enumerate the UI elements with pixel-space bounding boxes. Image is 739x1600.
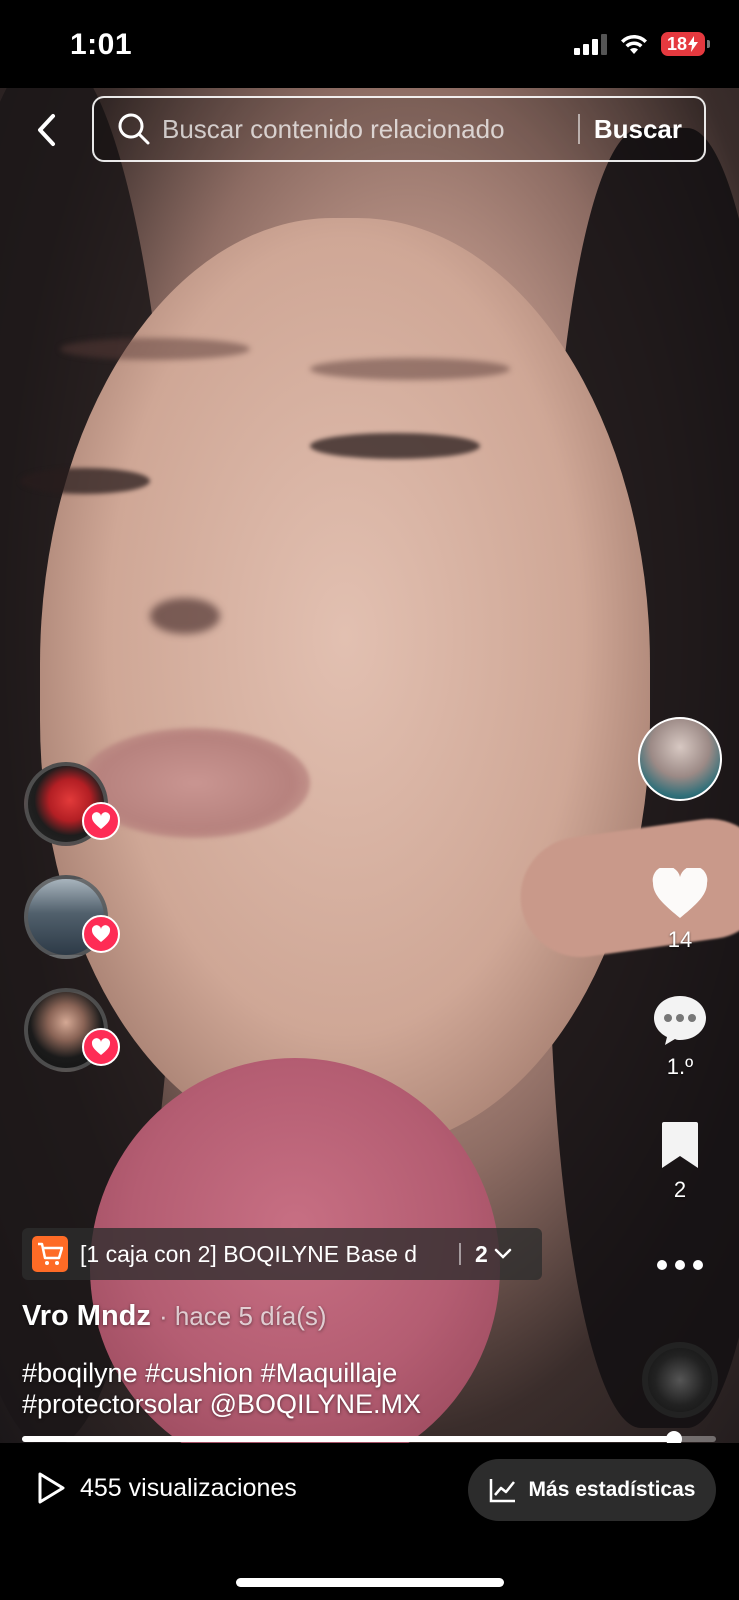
heart-icon <box>652 866 708 918</box>
search-divider <box>577 114 580 144</box>
liker-avatar[interactable] <box>24 988 120 1072</box>
status-time: 1:01 <box>70 28 133 61</box>
heart-icon <box>91 925 111 942</box>
video-progress-bar[interactable] <box>22 1431 716 1447</box>
creator-avatar[interactable] <box>638 717 722 801</box>
chevron-left-icon <box>38 114 55 146</box>
cart-icon <box>32 1236 68 1272</box>
liker-heart-badge <box>82 1028 120 1066</box>
liker-heart-badge <box>82 915 120 953</box>
product-count: 2 <box>475 1240 488 1267</box>
status-icons: 18 <box>573 32 711 56</box>
play-icon <box>38 1472 65 1504</box>
chart-line-icon <box>489 1479 515 1503</box>
author-line: Vro Mndz · hace 5 día(s) <box>22 1300 327 1333</box>
chevron-down-icon <box>494 1248 512 1259</box>
battery-indicator: 18 <box>660 32 711 56</box>
heart-icon <box>91 1038 111 1055</box>
liker-avatar[interactable] <box>24 875 120 959</box>
product-bar[interactable]: [1 caja con 2] BOQILYNE Base d 2 <box>22 1228 542 1280</box>
music-disc[interactable] <box>642 1342 718 1418</box>
comment-button[interactable]: 1.º <box>640 993 720 1080</box>
back-button[interactable] <box>24 108 68 152</box>
charging-bolt-icon <box>688 36 698 52</box>
like-count: 14 <box>667 927 693 952</box>
view-count: 455 visualizaciones <box>80 1473 297 1502</box>
save-count: 2 <box>673 1177 687 1202</box>
comment-count: 1.º <box>666 1054 694 1079</box>
search-input[interactable] <box>152 112 570 146</box>
search-icon <box>116 111 152 147</box>
more-stats-label: Más estadísticas <box>528 1478 696 1501</box>
video-scene-eyebrow-right <box>310 358 510 380</box>
progress-fill <box>22 1436 675 1442</box>
more-stats-button[interactable]: Más estadísticas <box>468 1459 716 1521</box>
product-title: [1 caja con 2] BOQILYNE Base d <box>80 1240 418 1267</box>
comment-icon <box>654 996 706 1045</box>
caption-line[interactable]: #boqilyne #cushion #Maquillaje <box>22 1358 582 1389</box>
top-bar: Buscar <box>0 96 739 166</box>
product-divider <box>459 1243 461 1265</box>
battery-level: 18 <box>666 33 687 54</box>
cellular-signal-icon <box>573 33 607 55</box>
liker-avatar[interactable] <box>24 762 120 846</box>
heart-icon <box>91 812 111 829</box>
more-dots-icon <box>657 1260 703 1270</box>
footer: 455 visualizaciones Más estadísticas <box>0 1443 739 1600</box>
home-indicator[interactable] <box>236 1578 504 1587</box>
like-button[interactable]: 14 <box>640 866 720 953</box>
caption: #boqilyne #cushion #Maquillaje #protecto… <box>22 1358 582 1420</box>
liker-heart-badge <box>82 802 120 840</box>
caption-line[interactable]: #protectorsolar @BOQILYNE.MX <box>22 1389 582 1420</box>
views-row: 455 visualizaciones <box>36 1471 297 1505</box>
video-scene-eye-left <box>20 468 150 494</box>
video-scene-nose <box>150 598 220 634</box>
video-scene-eyebrow-left <box>60 338 250 360</box>
post-time: · hace 5 día(s) <box>158 1301 327 1331</box>
bookmark-icon <box>662 1122 698 1168</box>
search-bar[interactable]: Buscar <box>92 96 706 162</box>
save-button[interactable]: 2 <box>640 1120 720 1203</box>
video-scene-eye-right <box>310 433 480 459</box>
search-submit-button[interactable]: Buscar <box>594 114 704 145</box>
more-options-button[interactable] <box>640 1258 720 1277</box>
author-name[interactable]: Vro Mndz <box>22 1300 151 1332</box>
status-bar: 1:01 18 <box>0 0 739 88</box>
wifi-icon <box>620 34 647 54</box>
